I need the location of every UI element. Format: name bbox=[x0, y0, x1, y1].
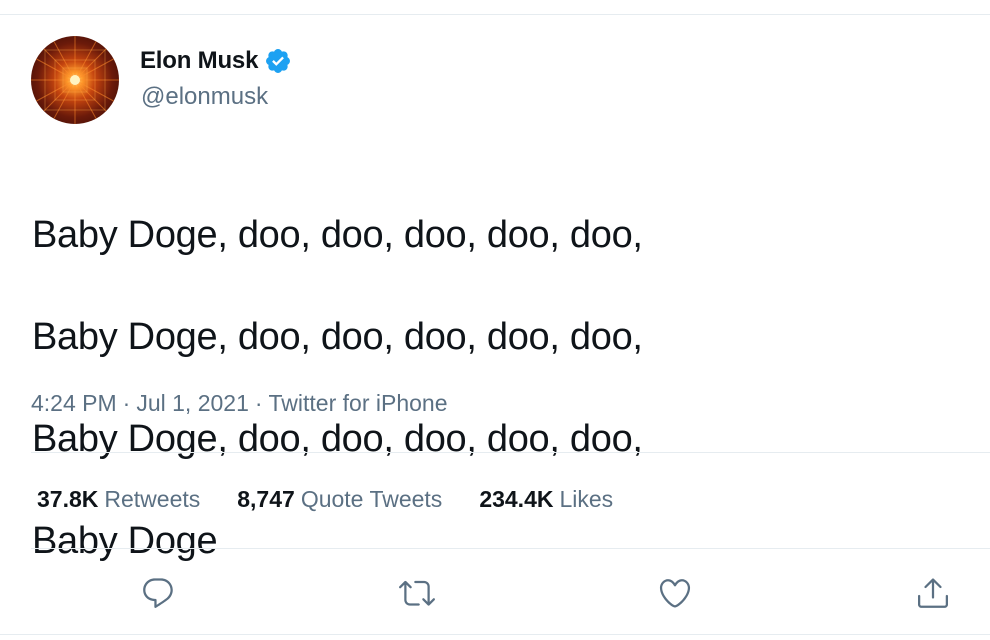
tweet-line: Baby Doge, doo, doo, doo, doo, doo, bbox=[32, 214, 643, 256]
tweet-meta: 4:24 PM · Jul 1, 2021 · Twitter for iPho… bbox=[31, 390, 448, 417]
meta-separator: · bbox=[254, 390, 263, 416]
heart-icon bbox=[659, 579, 691, 608]
like-button[interactable] bbox=[655, 573, 695, 613]
verified-badge-icon bbox=[266, 49, 291, 73]
avatar[interactable] bbox=[31, 36, 119, 124]
retweets-label: Retweets bbox=[104, 486, 201, 512]
tweet-source[interactable]: Twitter for iPhone bbox=[269, 390, 448, 417]
tweet-date[interactable]: Jul 1, 2021 bbox=[136, 390, 249, 417]
divider bbox=[31, 452, 990, 453]
display-name[interactable]: Elon Musk bbox=[140, 47, 258, 75]
tweet-text: Baby Doge, doo, doo, doo, doo, doo, Baby… bbox=[32, 159, 932, 618]
likes-label: Likes bbox=[559, 486, 614, 512]
quote-tweets-count: 8,747 bbox=[237, 486, 295, 512]
retweets-stat[interactable]: 37.8K Retweets bbox=[37, 486, 200, 513]
retweet-button[interactable] bbox=[397, 573, 437, 613]
reply-button[interactable] bbox=[138, 573, 178, 613]
tweet-line: Baby Doge, doo, doo, doo, doo, doo, bbox=[32, 316, 643, 358]
tweet-stats: 37.8K Retweets 8,747 Quote Tweets 234.4K Li… bbox=[37, 486, 650, 513]
likes-stat[interactable]: 234.4K Likes bbox=[479, 486, 613, 513]
quote-tweets-label: Quote Tweets bbox=[300, 486, 443, 512]
share-icon bbox=[918, 578, 948, 608]
tweet-time[interactable]: 4:24 PM bbox=[31, 390, 117, 417]
likes-count: 234.4K bbox=[479, 486, 554, 512]
bottom-divider bbox=[0, 634, 990, 635]
reply-icon bbox=[143, 578, 173, 608]
action-bar bbox=[0, 573, 990, 613]
top-divider bbox=[0, 14, 990, 15]
quote-tweets-stat[interactable]: 8,747 Quote Tweets bbox=[237, 486, 442, 513]
tweet-line: Baby Doge, doo, doo, doo, doo, doo, bbox=[32, 418, 643, 460]
author-name-row[interactable]: Elon Musk bbox=[140, 44, 292, 78]
divider bbox=[31, 548, 990, 549]
tweet-line: Baby Doge bbox=[32, 520, 218, 562]
retweets-count: 37.8K bbox=[37, 486, 99, 512]
share-button[interactable] bbox=[913, 573, 953, 613]
author-handle[interactable]: @elonmusk bbox=[141, 83, 268, 111]
retweet-icon bbox=[399, 580, 435, 606]
meta-separator: · bbox=[122, 390, 131, 416]
fractal-avatar-icon bbox=[31, 36, 119, 124]
